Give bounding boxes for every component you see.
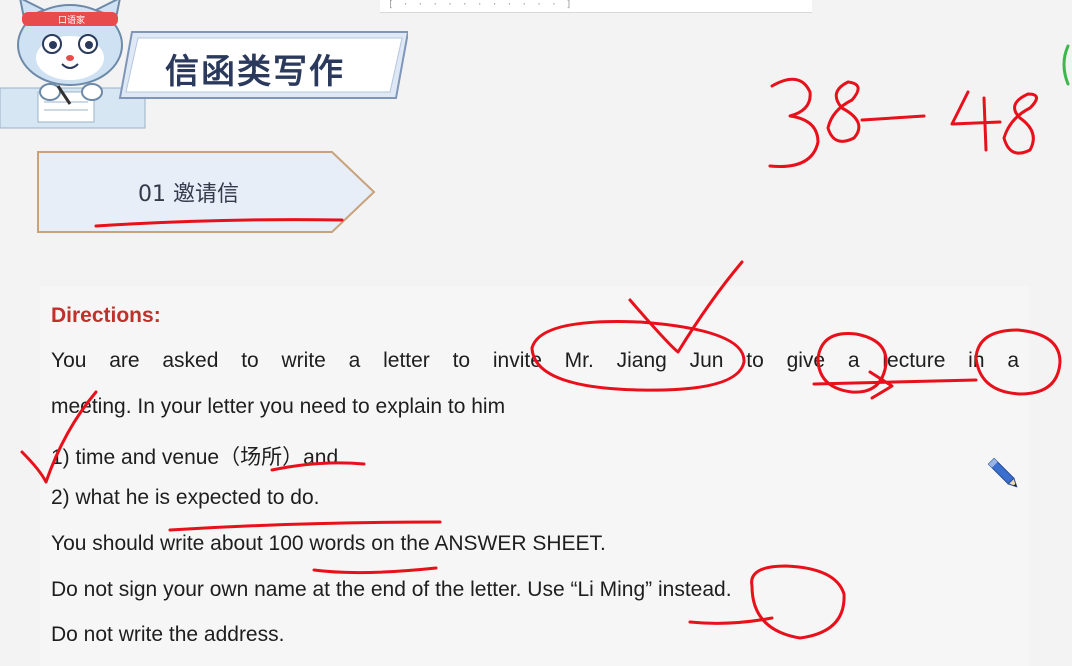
directions-line: Do not write the address.	[51, 623, 285, 646]
directions-heading: Directions:	[51, 304, 161, 327]
directions-panel	[40, 286, 1030, 666]
handwritten-digit-3	[768, 77, 820, 168]
pencil-icon[interactable]	[984, 454, 1024, 494]
directions-line: meeting. In your letter you need to expl…	[51, 395, 506, 418]
headband-label: 口语家	[58, 14, 85, 26]
handwritten-digit-8	[1002, 92, 1038, 155]
directions-line: 1) time and venue（场所）and	[51, 446, 339, 469]
directions-line: You are asked to write a letter to invit…	[51, 349, 1019, 372]
green-mark	[1062, 44, 1070, 86]
directions-line: Do not sign your own name at the end of …	[51, 578, 732, 601]
top-strip-text: [ · · · · · · · · · · · ]	[388, 0, 574, 10]
section-label: 01 邀请信	[138, 182, 239, 207]
directions-line: 2) what he is expected to do.	[51, 486, 320, 509]
handwritten-dash	[860, 114, 926, 122]
directions-line: You should write about 100 words on the …	[51, 532, 606, 555]
handwritten-digit-4	[950, 90, 1002, 152]
top-toolbar-strip: [ · · · · · · · · · · · ]	[380, 0, 812, 13]
handwritten-digit-8	[826, 80, 861, 143]
page-title: 信函类写作	[165, 52, 345, 92]
